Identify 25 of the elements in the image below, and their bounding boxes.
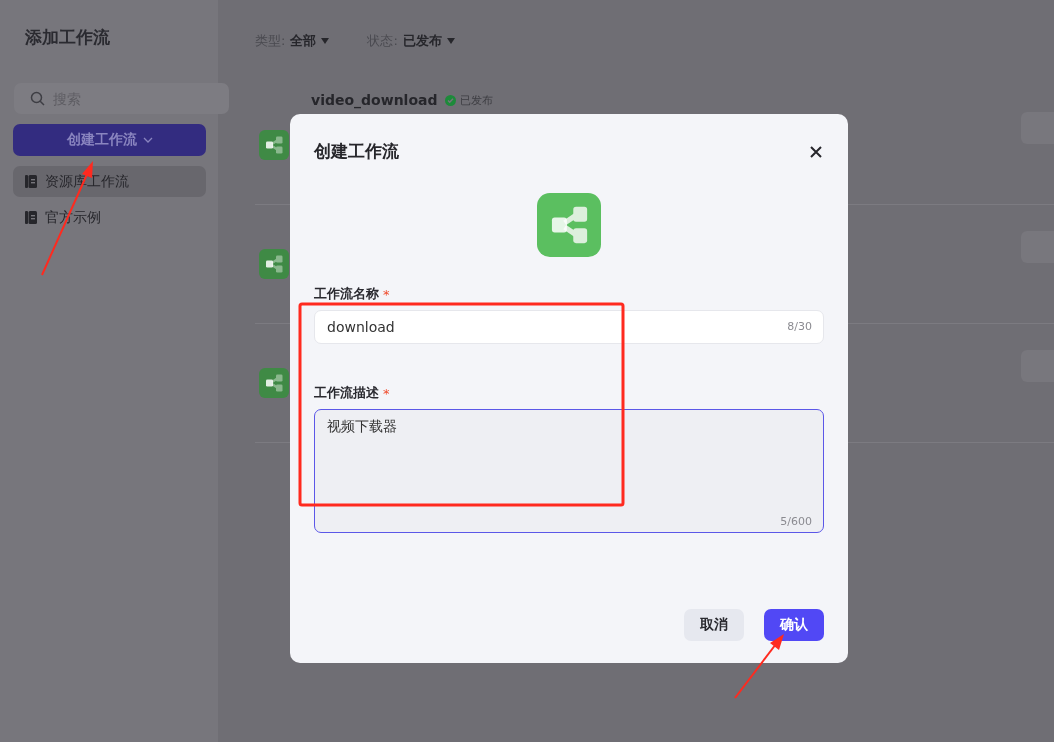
workflow-icon xyxy=(537,193,601,257)
filter-dropdown[interactable]: 已发布 xyxy=(402,32,442,50)
filter-dropdown[interactable]: 全部 xyxy=(290,32,317,50)
workflow-title: video_download xyxy=(311,92,438,108)
create-workflow-button[interactable]: 创建工作流 xyxy=(13,124,206,156)
chevron-down-icon xyxy=(142,137,153,143)
book-icon xyxy=(25,211,37,224)
close-button[interactable] xyxy=(808,143,824,160)
confirm-button[interactable]: 确认 xyxy=(764,609,824,641)
required-mark: * xyxy=(383,385,390,401)
character-counter: 5/600 xyxy=(780,515,812,528)
book-icon xyxy=(25,175,37,188)
panel-title: 添加工作流 xyxy=(24,26,111,49)
annotation-arrow xyxy=(734,634,784,699)
close-icon xyxy=(810,145,822,158)
dialog-title: 创建工作流 xyxy=(314,140,399,163)
check-circle-icon xyxy=(444,94,456,106)
caret-icon xyxy=(446,38,455,44)
caret-icon xyxy=(321,38,330,44)
search-icon xyxy=(30,91,45,106)
required-mark: * xyxy=(383,286,390,302)
field-label: 工作流描述 xyxy=(314,384,379,402)
field-label: 工作流名称 xyxy=(314,285,379,303)
character-counter: 8/30 xyxy=(787,320,812,333)
cancel-button[interactable]: 取消 xyxy=(684,609,744,641)
